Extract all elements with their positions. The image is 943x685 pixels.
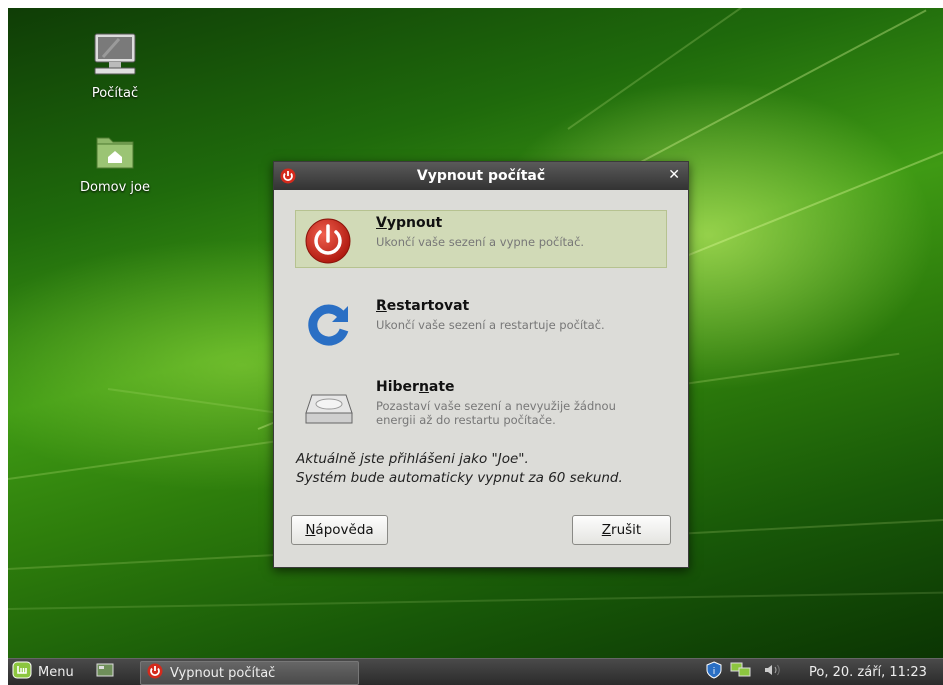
info-text: Aktuálně jste přihlášeni jako "Joe". Sys… bbox=[296, 450, 623, 488]
desktop-icon-home[interactable]: Domov joe bbox=[73, 132, 157, 195]
restart-icon bbox=[304, 300, 352, 346]
shutdown-option[interactable]: Vypnout Ukončí vaše sezení a vypne počít… bbox=[295, 210, 667, 268]
task-label: Vypnout počítač bbox=[170, 665, 276, 681]
dialog-titlebar[interactable]: Vypnout počítač ✕ bbox=[274, 162, 688, 190]
shield-icon: i bbox=[705, 661, 723, 683]
network-icon bbox=[730, 661, 752, 683]
hibernate-option[interactable]: Hibernate Pozastaví vaše sezení a nevyuž… bbox=[295, 374, 667, 440]
shutdown-dialog: Vypnout počítač ✕ Vypnout Ukončí vaše se… bbox=[273, 161, 689, 568]
show-desktop-icon bbox=[96, 662, 114, 682]
close-icon[interactable]: ✕ bbox=[668, 167, 680, 183]
home-folder-icon bbox=[73, 132, 157, 176]
option-label: Restartovat bbox=[376, 298, 470, 314]
option-description: Pozastaví vaše sezení a nevyužije žádnou… bbox=[376, 399, 616, 427]
desktop-icon-label: Domov joe bbox=[80, 180, 150, 195]
volume-icon bbox=[763, 662, 783, 682]
option-description: Ukončí vaše sezení a vypne počítač. bbox=[376, 235, 585, 249]
cancel-button[interactable]: Zrušit bbox=[572, 515, 671, 545]
option-label: Hibernate bbox=[376, 379, 455, 395]
taskbar: Menu Vypnout počítač i Po, 20. září, 11:… bbox=[8, 658, 943, 685]
computer-icon bbox=[73, 30, 157, 82]
option-description: Ukončí vaše sezení a restartuje počítač. bbox=[376, 318, 605, 332]
update-manager-tray[interactable]: i bbox=[705, 659, 723, 685]
countdown-text: Systém bude automaticky vypnut za 60 sek… bbox=[296, 470, 623, 486]
menu-button[interactable]: Menu bbox=[12, 659, 74, 685]
logged-in-text: Aktuálně jste přihlášeni jako "Joe". bbox=[296, 451, 529, 467]
clock[interactable]: Po, 20. září, 11:23 bbox=[809, 659, 927, 685]
mint-logo-icon bbox=[12, 661, 32, 683]
dialog-title: Vypnout počítač bbox=[416, 168, 546, 184]
restart-option[interactable]: Restartovat Ukončí vaše sezení a restart… bbox=[295, 293, 667, 351]
volume-tray[interactable] bbox=[763, 659, 783, 685]
power-app-icon bbox=[147, 663, 163, 683]
desktop-icon-label: Počítač bbox=[91, 86, 139, 101]
desktop-icon-computer[interactable]: Počítač bbox=[73, 30, 157, 101]
option-label: Vypnout bbox=[376, 215, 443, 231]
hard-drive-icon bbox=[304, 381, 353, 425]
network-tray[interactable] bbox=[730, 659, 752, 685]
menu-label: Menu bbox=[38, 664, 74, 680]
svg-text:i: i bbox=[713, 667, 716, 677]
help-button[interactable]: Nápověda bbox=[291, 515, 388, 545]
taskbar-task-shutdown[interactable]: Vypnout počítač bbox=[140, 661, 359, 685]
power-icon bbox=[304, 217, 352, 264]
show-desktop-button[interactable] bbox=[96, 659, 114, 685]
